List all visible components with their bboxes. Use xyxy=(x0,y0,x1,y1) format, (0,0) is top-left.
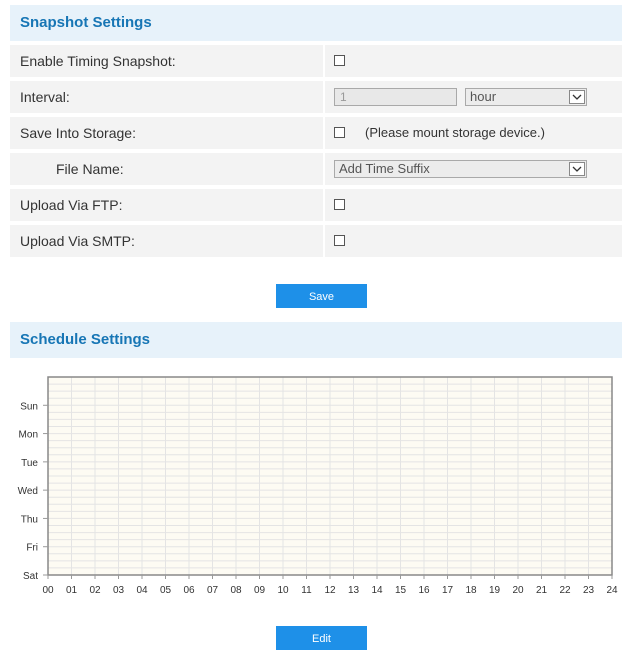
hour-label-07: 07 xyxy=(207,585,219,596)
save-button[interactable]: Save xyxy=(276,284,367,308)
save-storage-checkbox[interactable] xyxy=(334,127,345,138)
day-label-fri: Fri xyxy=(26,543,38,554)
file-name-value: Add Time Suffix xyxy=(325,153,622,185)
chevron-down-icon xyxy=(569,90,585,104)
hour-label-01: 01 xyxy=(66,585,78,596)
hour-label-03: 03 xyxy=(113,585,125,596)
hour-label-13: 13 xyxy=(348,585,360,596)
day-label-tue: Tue xyxy=(21,458,38,469)
hour-label-02: 02 xyxy=(89,585,101,596)
day-label-sun: Sun xyxy=(20,401,38,412)
upload-ftp-label: Upload Via FTP: xyxy=(10,189,323,221)
save-storage-row: Save Into Storage: (Please mount storage… xyxy=(10,117,622,149)
hour-label-19: 19 xyxy=(489,585,501,596)
day-label-sat: Sat xyxy=(23,571,38,582)
hour-label-14: 14 xyxy=(371,585,383,596)
schedule-grid-svg[interactable]: Sun Mon Tue Wed Thu Fri Sat 00 01 02 03 04 05 06 07 08 0… xyxy=(0,368,622,604)
interval-unit-value: hour xyxy=(470,89,497,104)
enable-timing-label: Enable Timing Snapshot: xyxy=(10,45,323,77)
hour-label-06: 06 xyxy=(183,585,195,596)
save-storage-value: (Please mount storage device.) xyxy=(325,117,622,149)
file-name-label: File Name: xyxy=(10,153,323,185)
interval-unit-select[interactable]: hour xyxy=(465,88,587,106)
interval-input[interactable]: 1 xyxy=(334,88,457,106)
file-name-row: File Name: Add Time Suffix xyxy=(10,153,622,185)
hour-label-15: 15 xyxy=(395,585,407,596)
day-label-thu: Thu xyxy=(21,514,38,525)
upload-smtp-row: Upload Via SMTP: xyxy=(10,225,622,257)
snapshot-settings-header: Snapshot Settings xyxy=(10,5,622,41)
hour-label-10: 10 xyxy=(277,585,289,596)
upload-ftp-value xyxy=(325,189,622,221)
upload-smtp-value xyxy=(325,225,622,257)
save-storage-label: Save Into Storage: xyxy=(10,117,323,149)
file-name-select[interactable]: Add Time Suffix xyxy=(334,160,587,178)
day-label-mon: Mon xyxy=(19,430,38,441)
edit-button[interactable]: Edit xyxy=(276,626,367,650)
hour-label-23: 23 xyxy=(583,585,595,596)
hour-label-22: 22 xyxy=(559,585,571,596)
enable-timing-checkbox[interactable] xyxy=(334,55,345,66)
schedule-grid[interactable]: Sun Mon Tue Wed Thu Fri Sat 00 01 02 03 04 05 06 07 08 0… xyxy=(0,368,622,604)
hour-label-12: 12 xyxy=(324,585,336,596)
hour-label-09: 09 xyxy=(254,585,266,596)
hour-label-24: 24 xyxy=(606,585,618,596)
hour-label-17: 17 xyxy=(442,585,454,596)
enable-timing-row: Enable Timing Snapshot: xyxy=(10,45,622,77)
chevron-down-icon xyxy=(569,162,585,176)
file-name-selected: Add Time Suffix xyxy=(339,161,430,176)
upload-smtp-label: Upload Via SMTP: xyxy=(10,225,323,257)
schedule-settings-header: Schedule Settings xyxy=(10,322,622,358)
upload-smtp-checkbox[interactable] xyxy=(334,235,345,246)
day-label-wed: Wed xyxy=(18,486,38,497)
upload-ftp-checkbox[interactable] xyxy=(334,199,345,210)
interval-value: 1 hour xyxy=(325,81,622,113)
hour-label-21: 21 xyxy=(536,585,548,596)
hour-label-11: 11 xyxy=(301,585,312,596)
hour-label-04: 04 xyxy=(136,585,148,596)
hour-label-05: 05 xyxy=(160,585,172,596)
enable-timing-value xyxy=(325,45,622,77)
hour-label-08: 08 xyxy=(230,585,242,596)
hour-label-16: 16 xyxy=(418,585,430,596)
hour-label-18: 18 xyxy=(465,585,477,596)
hour-label-00: 00 xyxy=(42,585,54,596)
interval-label: Interval: xyxy=(10,81,323,113)
hour-label-20: 20 xyxy=(512,585,524,596)
upload-ftp-row: Upload Via FTP: xyxy=(10,189,622,221)
storage-note: (Please mount storage device.) xyxy=(365,125,545,140)
interval-row: Interval: 1 hour xyxy=(10,81,622,113)
